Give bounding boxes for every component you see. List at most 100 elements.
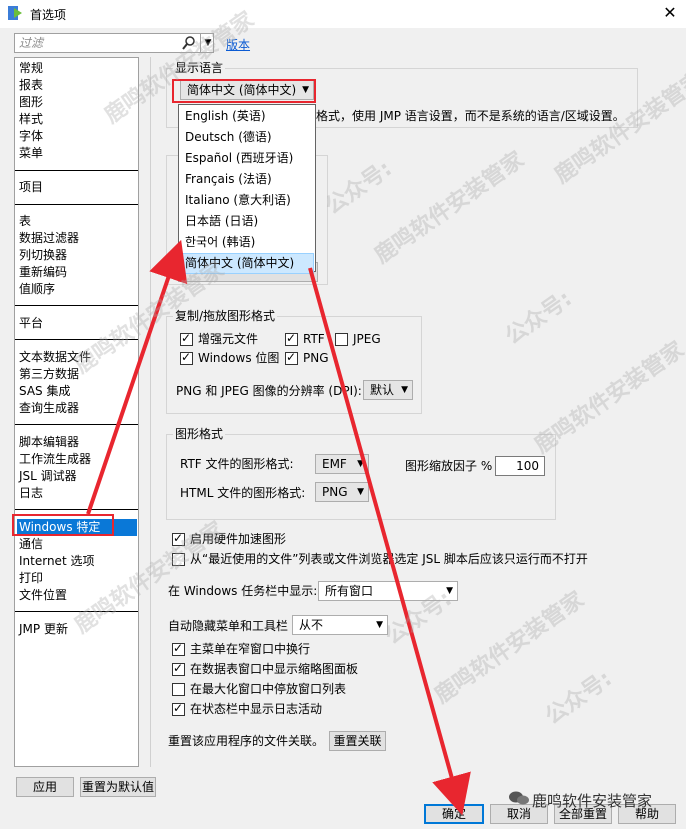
language-option[interactable]: Español (西班牙语) [180,148,314,169]
sidebar-item[interactable]: 菜单 [19,145,43,162]
ok-button[interactable]: 确定 [424,804,484,824]
app-logo-icon [8,6,22,20]
annotation-box-select [172,79,316,103]
sidebar-item[interactable]: 工作流生成器 [19,451,91,468]
sidebar-item[interactable]: Internet 选项 [19,553,94,570]
language-option[interactable]: 日本語 (日语) [180,211,314,232]
resolution-select[interactable]: 默认 ▼ [363,380,413,400]
language-option[interactable]: 한국어 (韩语) [180,232,314,253]
version-link[interactable]: 版本 [226,36,250,53]
hw-accel-checkbox[interactable] [172,531,185,546]
sidebar-item[interactable]: 图形 [19,94,43,111]
watermark-logo-text: 鹿鸣软件安装管家 [532,792,653,810]
taskbar-label: 在 Windows 任务栏中显示: [168,584,318,598]
sidebar-item[interactable]: 常规 [19,60,43,77]
watermark-text: 公众号: [541,666,617,730]
log-activity-checkbox[interactable] [172,701,185,716]
watermark-text: 公众号: [321,156,397,220]
reset-assoc-label: 重置该应用程序的文件关联。 [168,734,325,748]
search-icon[interactable] [181,35,197,51]
language-option[interactable]: 简体中文 (简体中文) [180,253,314,274]
sidebar-item[interactable]: 文件位置 [19,587,67,604]
sidebar-item[interactable]: 值顺序 [19,281,55,298]
chevron-down-icon: ▼ [357,459,364,469]
wechat-icon [509,791,529,805]
sidebar-item[interactable]: 数据过滤器 [19,230,79,247]
divider [15,424,138,425]
dock-list-checkbox[interactable] [172,683,185,696]
sidebar-item[interactable]: JSL 调试器 [19,468,77,485]
dock-list-label: 在最大化窗口中停放窗口列表 [190,682,347,696]
sidebar-item[interactable]: 日志 [19,485,43,502]
jpeg-checkbox[interactable] [335,333,348,346]
chevron-down-icon[interactable]: ▼ [200,33,215,53]
resolution-select-value: 默认 [370,383,395,397]
sidebar-item[interactable]: JMP 更新 [19,621,68,638]
png-checkbox[interactable] [285,350,298,365]
panel-divider [150,57,151,767]
chevron-down-icon: ▼ [357,487,364,497]
wrap-menu-checkbox[interactable] [172,641,185,656]
windows-bitmap-label: Windows 位图 [198,351,280,365]
sidebar-item[interactable]: 字体 [19,128,43,145]
divider [15,509,138,510]
group-label: 复制/拖放图形格式 [173,308,278,324]
recent-jsl-label: 从“最近使用的文件”列表或文件浏览器选定 JSL 脚本后应该只运行而不打开 [190,552,588,566]
sidebar-item[interactable]: 查询生成器 [19,400,79,417]
jpeg-label: JPEG [353,332,381,346]
recent-jsl-checkbox[interactable] [172,553,185,566]
reset-default-button[interactable]: 重置为默认值 [80,777,156,797]
group-label: 显示语言 [173,60,226,76]
rtf-checkbox[interactable] [285,331,298,346]
annotation-box-sidebar [12,514,114,536]
wrap-menu-label: 主菜单在窄窗口中换行 [190,642,311,656]
watermark-text: 鹿鸣软件安装管家 [370,147,529,269]
sidebar-item[interactable]: 项目 [19,179,43,196]
sidebar-item[interactable]: 列切换器 [19,247,67,264]
divider [15,204,138,205]
sidebar-item[interactable]: 脚本编辑器 [19,434,79,451]
graphics-format-group: 图形格式 [166,426,556,520]
sidebar-item[interactable]: 打印 [19,570,43,587]
taskbar-select[interactable]: 所有窗口 ▼ [318,581,458,601]
scale-factor-input[interactable]: 100 [495,456,545,476]
enhanced-metafile-checkbox[interactable] [180,331,193,346]
html-format-select[interactable]: PNG ▼ [315,482,369,502]
language-option[interactable]: Français (法语) [180,169,314,190]
language-option[interactable]: English (英语) [180,106,314,127]
thumbnail-checkbox[interactable] [172,661,185,676]
sidebar-item[interactable]: 报表 [19,77,43,94]
apply-button[interactable]: 应用 [16,777,74,797]
watermark-text: 公众号: [501,286,577,350]
chevron-down-icon: ▼ [376,620,383,630]
autohide-select[interactable]: 从不 ▼ [292,615,388,635]
filter-box: ▼ [14,33,214,53]
sidebar-item[interactable]: 平台 [19,315,43,332]
rtf-format-select[interactable]: EMF ▼ [315,454,369,474]
language-option[interactable]: Italiano (意大利语) [180,190,314,211]
autohide-label: 自动隐藏菜单和工具栏 [168,619,289,633]
sidebar-item[interactable]: 文本数据文件 [19,349,91,366]
autohide-select-value: 从不 [299,618,324,632]
sidebar-item[interactable]: 表 [19,213,31,230]
reset-assoc-button[interactable]: 重置关联 [329,731,386,751]
rtf-format-select-value: EMF [322,457,347,471]
close-icon[interactable]: ✕ [658,2,682,24]
divider [15,339,138,340]
language-dropdown-list[interactable]: English (英语) Deutsch (德语) Español (西班牙语) Fr… [178,104,316,274]
language-option[interactable]: Deutsch (德语) [180,127,314,148]
preferences-category-list[interactable]: 常规 报表 图形 样式 字体 菜单项目表数据过滤器 列切换器 重新编码 值顺序平台文本数据文件第… [14,57,139,767]
divider [15,170,138,171]
sidebar-item[interactable]: SAS 集成 [19,383,70,400]
resolution-label: PNG 和 JPEG 图像的分辨率 (DPI): [176,384,362,398]
window-title: 首选项 [30,8,67,22]
scale-factor-label: 图形缩放因子 % [405,459,493,473]
windows-bitmap-checkbox[interactable] [180,350,193,365]
sidebar-item[interactable]: 样式 [19,111,43,128]
filter-input[interactable] [17,35,177,51]
sidebar-item[interactable]: 通信 [19,536,43,553]
title-bar [0,0,686,28]
sidebar-item[interactable]: 重新编码 [19,264,67,281]
divider [15,305,138,306]
sidebar-item[interactable]: 第三方数据 [19,366,79,383]
